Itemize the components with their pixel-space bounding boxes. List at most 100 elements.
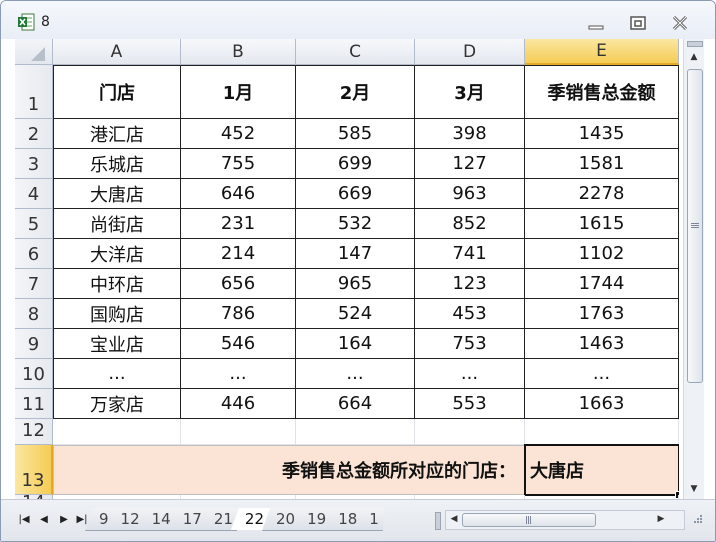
row-header-4[interactable]: 4 [15, 179, 53, 209]
table-cell[interactable]: 965 [296, 269, 415, 299]
empty-cell[interactable] [415, 419, 525, 445]
close-button[interactable] [669, 13, 691, 33]
scroll-right-button[interactable]: ▶ [654, 512, 668, 526]
vertical-scroll-thumb[interactable] [687, 69, 703, 383]
table-cell[interactable]: 尚街店 [53, 209, 181, 239]
scroll-left-button[interactable]: ◀ [447, 512, 461, 526]
horizontal-scrollbar[interactable]: ◀ ▶ [445, 510, 685, 530]
table-cell[interactable]: 786 [181, 299, 296, 329]
table-cell[interactable]: 664 [296, 389, 415, 419]
table-cell[interactable]: 港汇店 [53, 119, 181, 149]
scroll-down-button[interactable]: ▼ [686, 481, 702, 497]
table-cell[interactable]: 127 [415, 149, 525, 179]
table-cell[interactable]: 656 [181, 269, 296, 299]
empty-cell[interactable] [525, 419, 679, 445]
table-cell[interactable]: 1102 [525, 239, 679, 269]
table-cell[interactable]: 1615 [525, 209, 679, 239]
table-cell[interactable]: 753 [415, 329, 525, 359]
table-cell[interactable]: 963 [415, 179, 525, 209]
select-all-corner[interactable] [15, 39, 53, 65]
table-cell[interactable]: 524 [296, 299, 415, 329]
table-cell[interactable]: ... [181, 359, 296, 389]
table-header-store[interactable]: 门店 [53, 65, 181, 119]
prev-sheet-button[interactable]: ◀ [37, 512, 51, 526]
table-cell[interactable]: 546 [181, 329, 296, 359]
row-header-12[interactable]: 12 [15, 419, 53, 445]
column-header-d[interactable]: D [415, 39, 525, 65]
row-header-1[interactable]: 1 [15, 65, 53, 119]
minimize-button[interactable] [585, 13, 607, 33]
table-cell[interactable]: 1581 [525, 149, 679, 179]
table-cell[interactable]: 1463 [525, 329, 679, 359]
scroll-up-button[interactable]: ▲ [686, 49, 702, 65]
table-cell[interactable]: 国购店 [53, 299, 181, 329]
resize-grip-icon[interactable] [691, 514, 703, 526]
table-cell[interactable]: ... [296, 359, 415, 389]
row-header-5[interactable]: 5 [15, 209, 53, 239]
table-cell[interactable]: 中环店 [53, 269, 181, 299]
restore-button[interactable] [627, 13, 649, 33]
table-cell[interactable]: 755 [181, 149, 296, 179]
empty-cell[interactable] [296, 419, 415, 445]
row-header-6[interactable]: 6 [15, 239, 53, 269]
row-header-2[interactable]: 2 [15, 119, 53, 149]
table-cell[interactable]: 532 [296, 209, 415, 239]
table-cell[interactable]: 大洋店 [53, 239, 181, 269]
table-cell[interactable]: 164 [296, 329, 415, 359]
table-cell[interactable]: 万家店 [53, 389, 181, 419]
table-cell[interactable]: 699 [296, 149, 415, 179]
table-cell[interactable]: 452 [181, 119, 296, 149]
table-cell[interactable]: 1435 [525, 119, 679, 149]
column-header-b[interactable]: B [181, 39, 296, 65]
table-cell[interactable]: ... [525, 359, 679, 389]
table-cell[interactable]: 231 [181, 209, 296, 239]
column-header-c[interactable]: C [296, 39, 415, 65]
table-cell[interactable]: 669 [296, 179, 415, 209]
table-cell[interactable]: 大唐店 [53, 179, 181, 209]
table-header-mar[interactable]: 3月 [415, 65, 525, 119]
table-header-quarter-total[interactable]: 季销售总金额 [525, 65, 679, 119]
table-header-jan[interactable]: 1月 [181, 65, 296, 119]
table-cell[interactable]: 1663 [525, 389, 679, 419]
row-header-8[interactable]: 8 [15, 299, 53, 329]
table-cell[interactable]: 1744 [525, 269, 679, 299]
row-header-13[interactable]: 13 [15, 445, 53, 495]
table-header-feb[interactable]: 2月 [296, 65, 415, 119]
table-cell[interactable]: 398 [415, 119, 525, 149]
summary-result-cell[interactable]: 大唐店 [524, 444, 679, 496]
column-header-e[interactable]: E [525, 39, 679, 65]
row-header-3[interactable]: 3 [15, 149, 53, 179]
row-header-7[interactable]: 7 [15, 269, 53, 299]
tab-split-handle[interactable] [435, 512, 441, 530]
table-cell[interactable]: 1763 [525, 299, 679, 329]
first-sheet-button[interactable]: |◀ [17, 512, 31, 526]
table-cell[interactable]: ... [53, 359, 181, 389]
row-header-10[interactable]: 10 [15, 359, 53, 389]
worksheet-grid[interactable]: A B C D E 1 2 3 4 5 6 7 8 9 10 11 12 13 … [15, 39, 679, 499]
table-cell[interactable]: 741 [415, 239, 525, 269]
split-box[interactable] [687, 41, 703, 47]
table-cell[interactable]: 123 [415, 269, 525, 299]
vertical-scrollbar[interactable]: ▲ ▼ [683, 39, 704, 499]
table-cell[interactable]: ... [415, 359, 525, 389]
table-cell[interactable]: 214 [181, 239, 296, 269]
table-cell[interactable]: 宝业店 [53, 329, 181, 359]
empty-cell[interactable] [181, 419, 296, 445]
empty-cell[interactable] [53, 419, 181, 445]
table-cell[interactable]: 852 [415, 209, 525, 239]
summary-label-cell[interactable]: 季销售总金额所对应的门店： [53, 445, 525, 495]
table-cell[interactable]: 553 [415, 389, 525, 419]
table-cell[interactable]: 646 [181, 179, 296, 209]
table-cell[interactable]: 乐城店 [53, 149, 181, 179]
table-cell[interactable]: 147 [296, 239, 415, 269]
column-header-a[interactable]: A [53, 39, 181, 65]
row-header-11[interactable]: 11 [15, 389, 53, 419]
table-cell[interactable]: 446 [181, 389, 296, 419]
horizontal-scroll-thumb[interactable] [462, 513, 596, 527]
table-cell[interactable]: 453 [415, 299, 525, 329]
table-cell[interactable]: 2278 [525, 179, 679, 209]
row-header-9[interactable]: 9 [15, 329, 53, 359]
next-sheet-button[interactable]: ▶ [57, 512, 71, 526]
table-cell[interactable]: 585 [296, 119, 415, 149]
last-sheet-button[interactable]: ▶| [75, 512, 89, 526]
